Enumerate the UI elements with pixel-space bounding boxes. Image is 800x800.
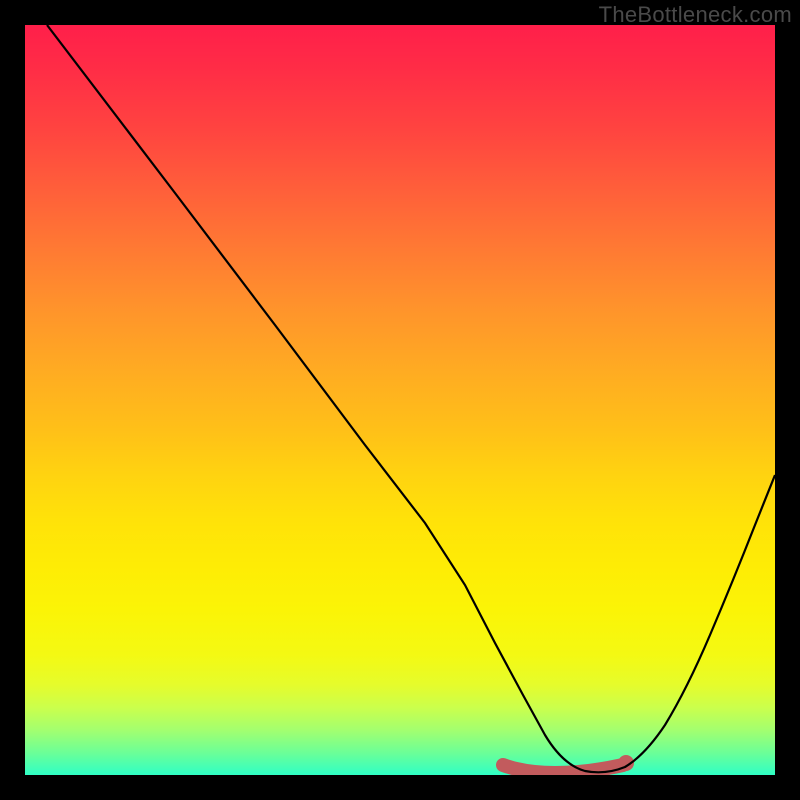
curve-svg	[25, 25, 775, 775]
chart-frame: TheBottleneck.com	[0, 0, 800, 800]
bottleneck-curve	[47, 25, 775, 772]
plot-area	[25, 25, 775, 775]
